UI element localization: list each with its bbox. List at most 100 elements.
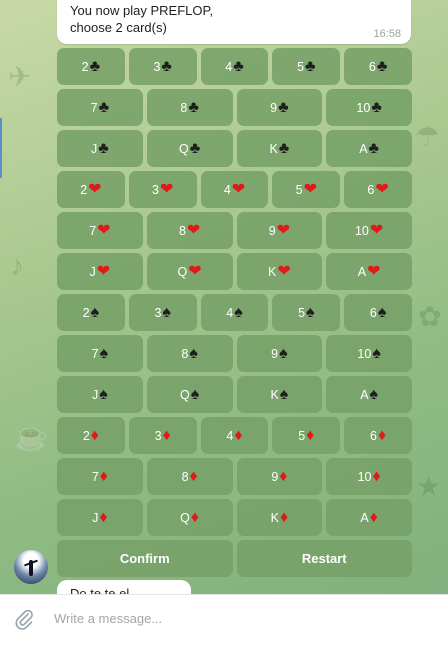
card-button[interactable]: A ♦ — [326, 499, 412, 536]
card-rank: 3 — [152, 182, 159, 197]
card-button[interactable]: 7 ♦ — [57, 458, 143, 495]
card-button[interactable]: 8 ♦ — [146, 458, 233, 495]
card-button[interactable]: 6 ❤ — [344, 171, 412, 208]
card-rank: 9 — [271, 469, 279, 484]
card-button[interactable]: 5 ❤ — [272, 171, 341, 208]
card-rank: 8 — [181, 469, 189, 484]
card-suit-icon: ❤ — [375, 180, 389, 198]
card-button[interactable]: J ❤ — [57, 253, 143, 290]
card-button[interactable]: 10 ♦ — [326, 458, 412, 495]
card-button[interactable]: A ♣ — [326, 130, 412, 167]
card-button[interactable]: 9 ♠ — [236, 335, 323, 372]
card-button[interactable]: Q ♠ — [146, 376, 233, 413]
card-button[interactable]: 6 ♠ — [344, 294, 412, 331]
background-doodle: ✈ — [8, 61, 32, 92]
card-button[interactable]: 9 ♣ — [236, 89, 323, 126]
card-button[interactable]: 9 ♦ — [236, 458, 323, 495]
card-button[interactable]: 4 ♣ — [200, 48, 269, 85]
card-suit-icon: ♠ — [306, 303, 315, 321]
card-button[interactable]: 5 ♣ — [272, 48, 341, 85]
card-rank: 7 — [91, 346, 99, 361]
card-button[interactable]: Q ♣ — [146, 130, 233, 167]
card-button[interactable]: K ♦ — [236, 499, 323, 536]
card-button[interactable]: 4 ♠ — [200, 294, 269, 331]
card-rank: Q — [179, 141, 189, 156]
card-button[interactable]: A ❤ — [326, 253, 412, 290]
message-input[interactable]: Write a message... — [54, 611, 162, 626]
background-doodle: ☕ — [14, 421, 49, 452]
card-button[interactable]: 8 ♠ — [146, 335, 233, 372]
card-suit-icon: ♦ — [99, 467, 108, 485]
card-button[interactable]: K ♠ — [236, 376, 323, 413]
card-button[interactable]: 2 ❤ — [57, 171, 125, 208]
card-suit-icon: ♣ — [98, 98, 110, 116]
card-suit-icon: ♠ — [189, 344, 198, 362]
keyboard-row: 2 ❤ 3 ❤ 4 ❤ 5 ❤ 6 ❤ — [57, 171, 412, 208]
card-rank: 8 — [178, 223, 186, 238]
card-button[interactable]: 8 ❤ — [146, 212, 233, 249]
card-button[interactable]: 5 ♠ — [272, 294, 341, 331]
card-button[interactable]: 5 ♦ — [272, 417, 341, 454]
card-suit-icon: ♦ — [162, 426, 171, 444]
card-rank: K — [268, 264, 277, 279]
card-button[interactable]: 3 ♠ — [128, 294, 197, 331]
card-suit-icon: ♠ — [99, 385, 108, 403]
card-button[interactable]: 3 ❤ — [128, 171, 197, 208]
card-button[interactable]: 7 ♣ — [57, 89, 143, 126]
card-rank: A — [357, 264, 367, 279]
bot-message: You now play PREFLOP, choose 2 card(s) 1… — [57, 0, 411, 44]
card-button[interactable]: 10 ♠ — [326, 335, 412, 372]
card-button[interactable]: 4 ❤ — [200, 171, 269, 208]
card-button[interactable]: A ♠ — [326, 376, 412, 413]
card-rank: 10 — [354, 223, 369, 238]
keyboard-row: J ♦ Q ♦ K ♦ A ♦ — [57, 499, 412, 536]
card-button[interactable]: 7 ❤ — [57, 212, 143, 249]
card-rank: A — [360, 510, 369, 525]
card-rank: J — [89, 264, 96, 279]
card-button[interactable]: 10 ♣ — [326, 89, 412, 126]
card-button[interactable]: J ♠ — [57, 376, 143, 413]
paperclip-icon[interactable] — [13, 608, 35, 630]
card-button[interactable]: J ♦ — [57, 499, 143, 536]
card-rank: 5 — [298, 305, 306, 320]
keyboard-action-row: Confirm Restart — [57, 540, 412, 577]
keyboard-row: J ♣ Q ♣ K ♣ A ♣ — [57, 130, 412, 167]
card-button[interactable]: J ♣ — [57, 130, 143, 167]
card-button[interactable]: 3 ♣ — [128, 48, 197, 85]
card-suit-icon: ♠ — [369, 385, 379, 403]
card-suit-icon: ♠ — [377, 303, 387, 321]
card-suit-icon: ♦ — [190, 508, 200, 526]
card-rank: 6 — [368, 59, 376, 74]
card-rank: 2 — [80, 182, 88, 197]
card-suit-icon: ❤ — [188, 262, 202, 280]
card-button[interactable]: 2 ♦ — [57, 417, 125, 454]
card-rank: 5 — [297, 59, 305, 74]
bot-avatar[interactable] — [14, 550, 48, 584]
card-rank: 4 — [226, 305, 234, 320]
confirm-button[interactable]: Confirm — [57, 540, 233, 577]
card-button[interactable]: 2 ♠ — [57, 294, 125, 331]
card-suit-icon: ♠ — [190, 385, 200, 403]
card-button[interactable]: K ❤ — [236, 253, 323, 290]
card-suit-icon: ♣ — [371, 98, 382, 116]
card-button[interactable]: 6 ♦ — [344, 417, 412, 454]
card-button[interactable]: 7 ♠ — [57, 335, 143, 372]
card-button[interactable]: 3 ♦ — [128, 417, 197, 454]
keyboard-row: 7 ❤ 8 ❤ 9 ❤ 10 ❤ — [57, 212, 412, 249]
keyboard-row: 2 ♦ 3 ♦ 4 ♦ 5 ♦ 6 ♦ — [57, 417, 412, 454]
card-suit-icon: ♠ — [99, 344, 109, 362]
keyboard-row: 7 ♠ 8 ♠ 9 ♠ 10 ♠ — [57, 335, 412, 372]
card-button[interactable]: 4 ♦ — [200, 417, 269, 454]
card-button[interactable]: Q ♦ — [146, 499, 233, 536]
card-button[interactable]: Q ❤ — [146, 253, 233, 290]
card-button[interactable]: K ♣ — [236, 130, 323, 167]
card-button[interactable]: 10 ❤ — [326, 212, 412, 249]
restart-button[interactable]: Restart — [236, 540, 412, 577]
card-button[interactable]: 8 ♣ — [146, 89, 233, 126]
card-rank: 2 — [82, 428, 90, 443]
card-button[interactable]: 2 ♣ — [57, 48, 125, 85]
card-rank: 4 — [226, 428, 234, 443]
card-button[interactable]: 6 ♣ — [344, 48, 412, 85]
card-suit-icon: ♣ — [368, 139, 380, 157]
card-button[interactable]: 9 ❤ — [236, 212, 323, 249]
